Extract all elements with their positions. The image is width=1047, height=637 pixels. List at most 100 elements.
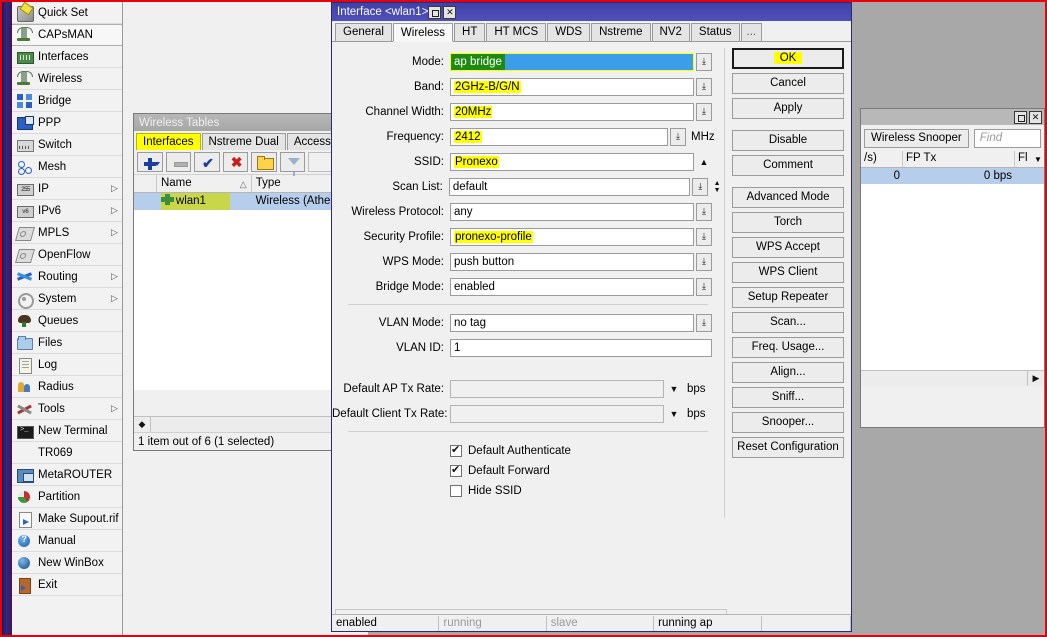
sidebar-item-radius[interactable]: Radius [12, 376, 122, 398]
sidebar-item-metarouter[interactable]: MetaROUTER [12, 464, 122, 486]
field-input-scan-list[interactable]: default [448, 177, 691, 196]
checkbox-default-authenticate[interactable] [450, 443, 462, 457]
snooper-titlebar[interactable]: ✕ [861, 109, 1044, 125]
spin-up-icon[interactable]: ▲ [714, 180, 721, 187]
dropdown-button[interactable]: ⤓ [696, 313, 712, 332]
tab-ht-mcs[interactable]: HT MCS [486, 23, 547, 41]
column-chooser-icon[interactable]: ▼ [1032, 152, 1044, 167]
apply-button[interactable]: Apply [732, 98, 844, 119]
tab-ht[interactable]: HT [454, 23, 486, 41]
field-input-wireless-protocol[interactable]: any [450, 202, 694, 221]
field-input-default-client-tx-rate[interactable] [450, 404, 664, 423]
field-input-wps-mode[interactable]: push button [450, 252, 694, 271]
wt-tab-interfaces[interactable]: Interfaces [136, 133, 201, 150]
sidebar-item-ppp[interactable]: PPP [12, 112, 122, 134]
dropdown-button[interactable]: ⤓ [696, 277, 712, 296]
sidebar-item-new-terminal[interactable]: New Terminal [12, 420, 122, 442]
sidebar-item-interfaces[interactable]: Interfaces [12, 46, 122, 68]
dropdown-button[interactable]: ⤓ [696, 202, 712, 221]
maximize-icon[interactable] [428, 5, 442, 19]
sidebar-item-log[interactable]: Log [12, 354, 122, 376]
field-input-channel-width[interactable]: 20MHz [450, 102, 694, 121]
column-header-flag[interactable] [134, 175, 157, 192]
chevron-down-icon[interactable]: ▼ [666, 380, 682, 398]
filter-button[interactable] [279, 152, 306, 176]
table-row[interactable]: 0 0 bps [861, 168, 1044, 184]
tab-general[interactable]: General [335, 23, 392, 41]
sidebar-item-bridge[interactable]: Bridge [12, 90, 122, 112]
tab-wireless[interactable]: Wireless [392, 23, 454, 42]
find-input[interactable]: Find [973, 128, 1041, 148]
tab-status[interactable]: Status [690, 23, 740, 41]
scroll-left-arrow[interactable]: ◆ [134, 417, 151, 432]
cancel-button[interactable]: Cancel [732, 73, 844, 94]
sidebar-item-tr069[interactable]: TR069 [12, 442, 122, 464]
field-input-band[interactable]: 2GHz-B/G/N [450, 77, 694, 96]
wps-accept-button[interactable]: WPS Accept [732, 237, 844, 258]
dropdown-button[interactable]: ⤓ [696, 102, 712, 121]
snooper-horizontal-scrollbar[interactable]: ▶ [861, 370, 1044, 386]
sidebar-item-mesh[interactable]: Mesh [12, 156, 122, 178]
tab-nstreme[interactable]: Nstreme [591, 23, 651, 41]
checkbox-row-default-forward[interactable]: Default Forward [332, 461, 724, 481]
dropdown-button[interactable]: ⤓ [696, 52, 712, 71]
field-input-frequency[interactable]: 2412 [450, 127, 668, 146]
dialog-titlebar[interactable]: Interface <wlan1> ✕ [332, 3, 851, 21]
sidebar-item-routing[interactable]: Routing ▷ [12, 266, 122, 288]
column-header-fp-tx[interactable]: FP Tx [903, 151, 1015, 167]
horizontal-scrollbar[interactable]: ◆ [134, 416, 337, 432]
sniff-button[interactable]: Sniff... [732, 387, 844, 408]
close-icon[interactable]: ✕ [443, 5, 457, 19]
column-header-type[interactable]: Type [252, 175, 337, 192]
dropdown-button[interactable]: ⤓ [696, 77, 712, 96]
column-header-name[interactable]: Name △ [157, 175, 252, 192]
sidebar-item-ipv6[interactable]: v6 IPv6 ▷ [12, 200, 122, 222]
sidebar-item-manual[interactable]: Manual [12, 530, 122, 552]
comment-button[interactable]: Comment [732, 155, 844, 176]
align-button[interactable]: Align... [732, 362, 844, 383]
field-input-bridge-mode[interactable]: enabled [450, 277, 694, 296]
field-input-default-ap-tx-rate[interactable] [450, 379, 664, 398]
field-input-vlan-mode[interactable]: no tag [450, 313, 694, 332]
checkbox-row-default-authenticate[interactable]: Default Authenticate [332, 441, 724, 461]
snooper-button[interactable]: Snooper... [732, 412, 844, 433]
tab-wds[interactable]: WDS [547, 23, 591, 41]
table-row[interactable]: wlan1 Wireless (Athe [134, 193, 337, 210]
chevron-down-icon[interactable]: ▼ [666, 405, 682, 423]
ok-button[interactable]: OK [732, 48, 844, 69]
maximize-icon[interactable] [1014, 110, 1027, 124]
scroll-right-arrow[interactable]: ▶ [1027, 371, 1044, 386]
up-arrow-icon[interactable]: ▲ [696, 153, 712, 171]
spinner-buttons[interactable]: ▲ ▼ [710, 178, 724, 196]
sidebar-item-system[interactable]: System ▷ [12, 288, 122, 310]
column-header-rate[interactable]: /s) [861, 151, 903, 167]
field-input-security-profile[interactable]: pronexo-profile [450, 227, 694, 246]
field-input-mode[interactable]: ap bridge [450, 52, 694, 71]
add-button[interactable] [137, 152, 163, 172]
torch-button[interactable]: Torch [732, 212, 844, 233]
close-icon[interactable]: ✕ [1029, 110, 1042, 124]
sidebar-item-queues[interactable]: Queues [12, 310, 122, 332]
column-header-fl[interactable]: Fl [1015, 151, 1032, 167]
sidebar-item-files[interactable]: Files [12, 332, 122, 354]
sidebar-item-exit[interactable]: Exit [12, 574, 122, 596]
sidebar-item-switch[interactable]: Switch [12, 134, 122, 156]
tab-nv2[interactable]: NV2 [651, 23, 690, 41]
sidebar-item-quick-set[interactable]: Quick Set [12, 2, 122, 24]
wt-tab-nstreme-dual[interactable]: Nstreme Dual [201, 133, 286, 150]
setup-repeater-button[interactable]: Setup Repeater [732, 287, 844, 308]
wps-client-button[interactable]: WPS Client [732, 262, 844, 283]
wireless-snooper-button[interactable]: Wireless Snooper [864, 128, 969, 148]
spin-down-icon[interactable]: ▼ [714, 187, 721, 194]
field-input-ssid[interactable]: Pronexo [450, 152, 694, 171]
comment-button[interactable] [251, 152, 277, 172]
sidebar-item-partition[interactable]: Partition [12, 486, 122, 508]
sidebar-item-new-winbox[interactable]: New WinBox [12, 552, 122, 574]
dropdown-button[interactable]: ⤓ [670, 127, 686, 146]
enable-button[interactable]: ✔ [194, 152, 220, 172]
checkbox-row-hide-ssid[interactable]: Hide SSID [332, 481, 724, 501]
reset-configuration-button[interactable]: Reset Configuration [732, 437, 844, 458]
sidebar-item-make-supout-rif[interactable]: Make Supout.rif [12, 508, 122, 530]
dropdown-button[interactable]: ⤓ [696, 227, 712, 246]
field-input-vlan-id[interactable]: 1 [450, 338, 712, 357]
